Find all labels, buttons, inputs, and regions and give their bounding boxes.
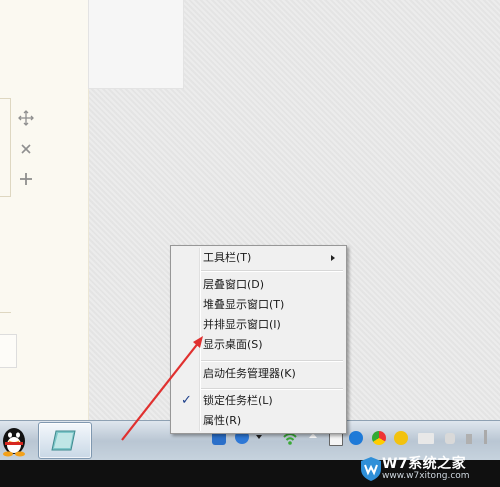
menu-item-lock-taskbar[interactable]: ✓ 锁定任务栏(L) xyxy=(173,392,344,410)
watermark-url: www.w7xitong.com xyxy=(382,471,470,481)
move-icon[interactable] xyxy=(17,109,35,127)
menu-item-stack[interactable]: 堆叠显示窗口(T) xyxy=(173,296,344,314)
menu-item-label: 启动任务管理器(K) xyxy=(203,367,296,380)
menu-item-label: 层叠窗口(D) xyxy=(203,278,265,291)
menu-item-task-manager[interactable]: 启动任务管理器(K) xyxy=(173,365,344,383)
menu-item-show-desktop[interactable]: 显示桌面(S) xyxy=(173,336,344,354)
menu-item-cascade[interactable]: 层叠窗口(D) xyxy=(173,276,344,294)
menu-item-properties[interactable]: 属性(R) xyxy=(173,412,344,430)
qq-penguin-icon[interactable] xyxy=(0,423,34,457)
watermark: W7系统之家 www.w7xitong.com xyxy=(360,450,500,487)
dropdown-icon[interactable] xyxy=(256,435,262,439)
menu-separator xyxy=(201,388,343,390)
menu-item-label: 显示桌面(S) xyxy=(203,338,263,351)
menu-item-label: 并排显示窗口(I) xyxy=(203,318,281,331)
page-card xyxy=(88,0,184,89)
panel-box xyxy=(0,334,17,368)
panel-divider xyxy=(0,196,11,197)
watermark-title: W7系统之家 xyxy=(382,456,467,472)
menu-item-label: 属性(R) xyxy=(203,414,242,427)
app-icon[interactable] xyxy=(394,431,408,445)
taskbar-window-button[interactable] xyxy=(38,422,92,459)
close-icon[interactable] xyxy=(17,140,35,158)
menu-item-side-by-side[interactable]: 并排显示窗口(I) xyxy=(173,316,344,334)
menu-separator xyxy=(201,360,343,362)
menu-item-label: 堆叠显示窗口(T) xyxy=(203,298,285,311)
menu-separator xyxy=(201,270,343,272)
menu-item-label: 锁定任务栏(L) xyxy=(203,394,273,407)
checkmark-icon: ✓ xyxy=(181,393,192,408)
submenu-arrow-icon xyxy=(331,255,335,261)
panel-edge xyxy=(10,98,11,196)
menu-item-toolbar[interactable]: 工具栏(T) xyxy=(173,249,344,267)
chrome-icon[interactable] xyxy=(372,431,386,445)
plus-icon[interactable] xyxy=(17,170,35,188)
menu-item-label: 工具栏(T) xyxy=(203,251,252,264)
signal-icon xyxy=(484,430,487,444)
panel-divider xyxy=(0,312,11,313)
windows-icon[interactable] xyxy=(329,432,343,446)
watermark-logo-icon xyxy=(361,457,381,481)
taskbar-context-menu: 工具栏(T) 层叠窗口(D) 堆叠显示窗口(T) 并排显示窗口(I) 显示桌面(… xyxy=(170,245,347,434)
security-icon[interactable] xyxy=(349,431,363,445)
folder-icon[interactable] xyxy=(418,433,434,444)
page-left-panel xyxy=(0,0,89,420)
document-icon[interactable] xyxy=(445,433,455,444)
notepad-icon xyxy=(51,430,76,451)
volume-icon[interactable] xyxy=(466,434,472,444)
